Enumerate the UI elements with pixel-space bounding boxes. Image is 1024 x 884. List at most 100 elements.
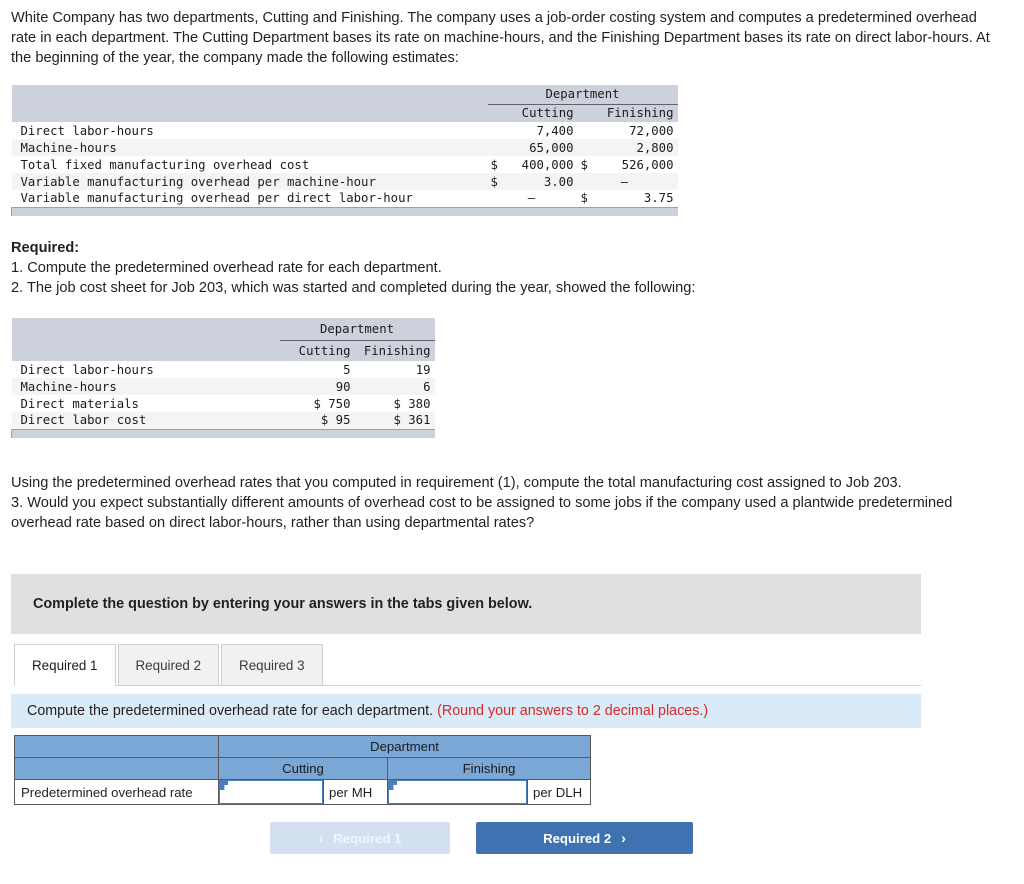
instruction-text-wrapper: Compute the predetermined overhead rate … bbox=[11, 703, 708, 719]
question-page: White Company has two departments, Cutti… bbox=[0, 0, 1024, 884]
row-label: Direct materials bbox=[11, 395, 280, 412]
estimates-subheader-blank bbox=[11, 104, 488, 122]
required-heading: Required: bbox=[11, 240, 80, 256]
row-finishing-currency bbox=[577, 122, 594, 139]
required-item-1: 1. Compute the predetermined overhead ra… bbox=[11, 260, 442, 277]
answer-group-header: Department bbox=[218, 735, 591, 758]
row-finishing-value: 2,800 bbox=[593, 139, 678, 156]
required-item-2: 2. The job cost sheet for Job 203, which… bbox=[11, 280, 696, 297]
row-finishing-currency bbox=[577, 139, 594, 156]
tab-required-2[interactable]: Required 2 bbox=[117, 644, 220, 685]
tab-required-1-label: Required 1 bbox=[32, 658, 98, 673]
finishing-rate-unit: per DLH bbox=[527, 779, 591, 805]
finishing-rate-inputbox bbox=[388, 780, 527, 804]
row-finishing-value: — bbox=[593, 173, 678, 190]
row-finishing-currency bbox=[577, 173, 594, 190]
instruction-text: Compute the predetermined overhead rate … bbox=[27, 703, 434, 719]
row-finishing-currency: $ bbox=[577, 190, 594, 207]
middle-paragraph-2: Using the predetermined overhead rates t… bbox=[11, 475, 902, 491]
estimates-table-container: Department Cutting Finishing Direct labo… bbox=[11, 85, 678, 216]
row-label: Variable manufacturing overhead per mach… bbox=[11, 173, 488, 190]
row-finishing-value: 526,000 bbox=[593, 156, 678, 173]
answer-col-finishing: Finishing bbox=[387, 757, 591, 780]
cutting-rate-input[interactable] bbox=[220, 781, 322, 803]
required-block: Required: 1. Compute the predetermined o… bbox=[11, 238, 991, 299]
cutting-rate-inputbox bbox=[219, 780, 323, 804]
tab-required-3-label: Required 3 bbox=[239, 657, 305, 673]
next-required-label: Required 2 bbox=[543, 830, 612, 846]
row-cutting-currency: $ bbox=[487, 173, 504, 190]
table-row: Variable manufacturing overhead per mach… bbox=[11, 173, 678, 190]
row-cutting-value: 5 bbox=[279, 361, 355, 378]
chevron-left-icon: ‹ bbox=[318, 830, 324, 846]
estimates-header-group: Department bbox=[11, 85, 678, 105]
finishing-rate-input[interactable] bbox=[389, 781, 526, 803]
job-col-finishing: Finishing bbox=[354, 340, 435, 361]
table-row: Direct labor cost $ 95 $ 361 bbox=[11, 412, 435, 429]
table-row: Direct labor-hours 5 19 bbox=[11, 361, 435, 378]
row-finishing-value: $ 380 bbox=[354, 395, 435, 412]
job-header-blank bbox=[11, 318, 280, 340]
row-finishing-value: 3.75 bbox=[593, 190, 678, 207]
row-cutting-value: 65,000 bbox=[503, 139, 578, 156]
row-label: Machine-hours bbox=[11, 139, 488, 156]
navigation-buttons: ‹ Required 1 Required 2 › bbox=[270, 822, 693, 854]
answer-row-label: Predetermined overhead rate bbox=[14, 779, 219, 805]
row-finishing-value: 19 bbox=[354, 361, 435, 378]
estimates-table: Department Cutting Finishing Direct labo… bbox=[11, 85, 678, 216]
row-cutting-currency bbox=[487, 122, 504, 139]
job-group-header: Department bbox=[279, 318, 435, 341]
row-cutting-value: $ 95 bbox=[279, 412, 355, 429]
job-cost-table-container: Department Cutting Finishing Direct labo… bbox=[11, 318, 435, 438]
table-footer-bar bbox=[11, 428, 435, 438]
row-label: Variable manufacturing overhead per dire… bbox=[11, 190, 488, 207]
answer-table: Department Cutting Finishing Predetermin… bbox=[14, 735, 591, 805]
complete-question-banner: Complete the question by entering your a… bbox=[11, 574, 921, 634]
row-finishing-value: $ 361 bbox=[354, 412, 435, 429]
row-finishing-currency: $ bbox=[577, 156, 594, 173]
row-cutting-currency bbox=[487, 139, 504, 156]
table-row: Machine-hours 90 6 bbox=[11, 378, 435, 395]
answer-header-group: Department bbox=[14, 735, 591, 758]
row-label: Direct labor-hours bbox=[11, 122, 488, 139]
required-item-3: 3. Would you expect substantially differ… bbox=[11, 495, 953, 532]
table-row: Machine-hours 65,000 2,800 bbox=[11, 139, 678, 156]
job-col-cutting: Cutting bbox=[279, 340, 355, 361]
row-label: Direct labor-hours bbox=[11, 361, 280, 378]
chevron-right-icon: › bbox=[621, 830, 626, 846]
tab-required-1[interactable]: Required 1 bbox=[14, 644, 116, 686]
estimates-group-header: Department bbox=[487, 85, 678, 105]
job-cost-table: Department Cutting Finishing Direct labo… bbox=[11, 318, 435, 438]
estimates-table-footer bbox=[11, 206, 678, 216]
row-cutting-value: $ 750 bbox=[279, 395, 355, 412]
answer-row: Predetermined overhead rate per MH per D… bbox=[14, 779, 591, 805]
table-row: Direct materials $ 750 $ 380 bbox=[11, 395, 435, 412]
complete-question-text: Complete the question by entering your a… bbox=[33, 596, 533, 612]
row-finishing-value: 6 bbox=[354, 378, 435, 395]
table-row: Variable manufacturing overhead per dire… bbox=[11, 190, 678, 207]
estimates-header-cols: Cutting Finishing bbox=[11, 104, 678, 122]
previous-required-label: Required 1 bbox=[333, 830, 402, 846]
tab-strip: Required 1 Required 2 Required 3 bbox=[14, 644, 921, 686]
cutting-rate-cell bbox=[218, 779, 324, 805]
row-cutting-value: — bbox=[503, 190, 578, 207]
middle-paragraph-block: Using the predetermined overhead rates t… bbox=[11, 473, 1011, 534]
finishing-rate-cell bbox=[387, 779, 528, 805]
answer-col-cutting: Cutting bbox=[218, 757, 388, 780]
row-cutting-value: 7,400 bbox=[503, 122, 578, 139]
answer-table-container: Department Cutting Finishing Predetermin… bbox=[14, 735, 591, 805]
job-subheader-blank bbox=[11, 340, 280, 361]
job-header-group: Department bbox=[11, 318, 435, 341]
row-cutting-value: 400,000 bbox=[503, 156, 578, 173]
cutting-rate-unit: per MH bbox=[323, 779, 388, 805]
instruction-bar: Compute the predetermined overhead rate … bbox=[11, 694, 921, 728]
row-label: Machine-hours bbox=[11, 378, 280, 395]
row-cutting-value: 90 bbox=[279, 378, 355, 395]
tab-required-3[interactable]: Required 3 bbox=[221, 644, 323, 685]
previous-required-button[interactable]: ‹ Required 1 bbox=[270, 822, 450, 854]
next-required-button[interactable]: Required 2 › bbox=[476, 822, 693, 854]
row-label: Total fixed manufacturing overhead cost bbox=[11, 156, 488, 173]
tab-required-2-label: Required 2 bbox=[135, 657, 202, 673]
table-footer-bar bbox=[11, 206, 678, 216]
answer-subheader-blank bbox=[14, 757, 219, 780]
